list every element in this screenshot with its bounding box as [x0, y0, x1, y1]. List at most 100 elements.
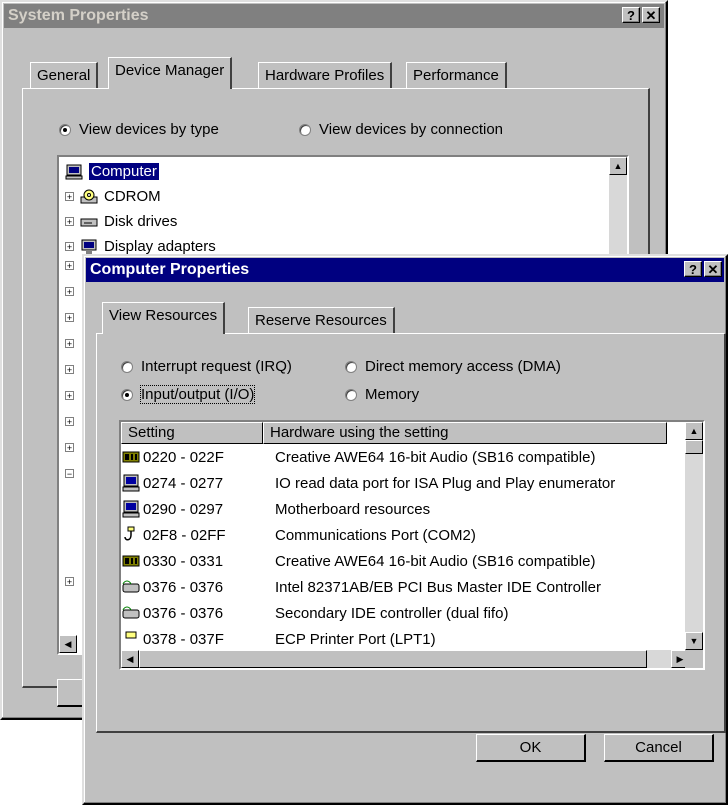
disk-drive-icon [80, 218, 98, 226]
row-setting: 0376 - 0376 [143, 578, 224, 596]
system-properties-titlebar[interactable]: System Properties ? ✕ [4, 4, 664, 28]
tree-item-label: Computer [89, 163, 159, 180]
expand-icon[interactable]: + [65, 313, 74, 323]
expand-icon[interactable]: + [65, 242, 74, 252]
close-button[interactable]: ✕ [642, 7, 660, 23]
view-resources-panel: Interrupt request (IRQ) Direct memory ac… [96, 333, 726, 733]
collapse-icon[interactable]: − [65, 469, 74, 479]
resource-rows: 0220 - 022F Creative AWE64 16-bit Audio … [121, 444, 667, 650]
resource-list[interactable]: Setting Hardware using the setting 0220 … [119, 420, 705, 670]
list-item[interactable]: 0290 - 0297 Motherboard resources [121, 496, 430, 522]
list-item[interactable]: 0378 - 037F ECP Printer Port (LPT1) [121, 626, 436, 650]
ide-controller-icon [122, 606, 140, 619]
scroll-left-button[interactable]: ◀ [59, 635, 77, 653]
tab-performance[interactable]: Performance [406, 62, 507, 90]
tree-item-cdrom[interactable]: + CDROM [65, 184, 161, 209]
help-button[interactable]: ? [684, 261, 702, 277]
memory-radio[interactable]: Memory [345, 386, 419, 403]
scroll-corner [685, 650, 703, 668]
expand-icon[interactable]: + [65, 443, 74, 453]
close-button[interactable]: ✕ [704, 261, 722, 277]
expand-icon[interactable]: + [65, 192, 74, 202]
scroll-up-button[interactable]: ▲ [685, 422, 703, 440]
tab-general[interactable]: General [30, 62, 99, 90]
row-setting: 0220 - 022F [143, 448, 224, 466]
row-setting: 0274 - 0277 [143, 474, 224, 492]
row-setting: 0378 - 037F [143, 630, 224, 648]
audio-icon [122, 555, 140, 567]
horizontal-scroll-thumb[interactable] [139, 650, 647, 668]
window-title: Computer Properties [90, 261, 250, 278]
list-item[interactable]: 0376 - 0376 Intel 82371AB/EB PCI Bus Mas… [121, 574, 601, 600]
radio-dot-icon [59, 123, 71, 136]
header-setting[interactable]: Setting [121, 422, 263, 444]
dma-radio[interactable]: Direct memory access (DMA) [345, 358, 561, 375]
help-button[interactable]: ? [622, 7, 640, 23]
tab-device-manager[interactable]: Device Manager [108, 57, 233, 89]
ok-button[interactable]: OK [476, 734, 586, 762]
expand-icon[interactable]: + [65, 287, 74, 297]
printer-port-icon [125, 631, 137, 639]
row-setting: 0330 - 0331 [143, 552, 224, 570]
row-hardware: Secondary IDE controller (dual fifo) [275, 604, 509, 622]
view-by-connection-radio[interactable]: View devices by connection [299, 121, 503, 138]
vertical-scroll-thumb[interactable] [685, 440, 703, 454]
expand-icon[interactable]: + [65, 577, 74, 587]
monitor-icon [81, 239, 97, 254]
row-hardware: Motherboard resources [275, 500, 431, 518]
radio-dot-icon [345, 360, 357, 373]
list-item[interactable]: 0376 - 0376 Secondary IDE controller (du… [121, 600, 508, 626]
cancel-button[interactable]: Cancel [604, 734, 714, 762]
expand-icon[interactable]: + [65, 217, 74, 227]
list-item[interactable]: 0220 - 022F Creative AWE64 16-bit Audio … [121, 444, 595, 470]
radio-dot-icon [121, 360, 133, 373]
io-label: Input/output (I/O) [139, 385, 256, 404]
row-hardware: Creative AWE64 16-bit Audio (SB16 compat… [275, 448, 596, 466]
irq-label: Interrupt request (IRQ) [141, 358, 292, 375]
list-item[interactable]: 02F8 - 02FF Communications Port (COM2) [121, 522, 476, 548]
row-setting: 0290 - 0297 [143, 500, 224, 518]
list-item[interactable]: 0274 - 0277 IO read data port for ISA Pl… [121, 470, 615, 496]
row-hardware: IO read data port for ISA Plug and Play … [275, 474, 616, 492]
cdrom-icon [80, 189, 98, 203]
computer-icon [122, 474, 140, 492]
computer-properties-window: Computer Properties ? ✕ View Resources R… [82, 254, 728, 805]
row-hardware: Communications Port (COM2) [275, 526, 476, 544]
list-item[interactable]: 0330 - 0331 Creative AWE64 16-bit Audio … [121, 548, 595, 574]
computer-icon [122, 500, 140, 518]
tree-item-label: Display adapters [104, 238, 216, 255]
view-by-type-label: View devices by type [79, 121, 219, 138]
tab-reserve-resources[interactable]: Reserve Resources [248, 307, 395, 335]
radio-dot-icon [299, 123, 311, 136]
irq-radio[interactable]: Interrupt request (IRQ) [121, 358, 292, 375]
computer-properties-titlebar[interactable]: Computer Properties ? ✕ [86, 258, 724, 282]
audio-icon [122, 451, 140, 463]
expand-icon[interactable]: + [65, 391, 74, 401]
row-setting: 0376 - 0376 [143, 604, 224, 622]
tree-item-disk-drives[interactable]: + Disk drives [65, 209, 177, 234]
scroll-left-button[interactable]: ◀ [121, 650, 139, 668]
header-hardware[interactable]: Hardware using the setting [263, 422, 667, 444]
row-hardware: Intel 82371AB/EB PCI Bus Master IDE Cont… [275, 578, 601, 596]
view-by-type-radio[interactable]: View devices by type [59, 121, 219, 138]
io-radio[interactable]: Input/output (I/O) [121, 385, 256, 404]
dma-label: Direct memory access (DMA) [365, 358, 561, 375]
expand-icon[interactable]: + [65, 365, 74, 375]
computer-icon [65, 164, 83, 179]
vertical-scrollbar-track[interactable] [685, 440, 703, 632]
tree-item-label: CDROM [104, 188, 161, 205]
radio-dot-icon [121, 388, 133, 401]
scroll-up-button[interactable]: ▲ [609, 157, 627, 175]
row-hardware: ECP Printer Port (LPT1) [275, 630, 436, 648]
port-icon [124, 526, 135, 541]
tab-view-resources[interactable]: View Resources [102, 302, 226, 334]
tree-item-computer[interactable]: Computer [65, 159, 159, 184]
row-hardware: Creative AWE64 16-bit Audio (SB16 compat… [275, 552, 596, 570]
list-header: Setting Hardware using the setting [121, 422, 667, 444]
expand-icon[interactable]: + [65, 261, 74, 271]
horizontal-scrollbar-track[interactable] [647, 650, 671, 668]
expand-icon[interactable]: + [65, 339, 74, 349]
scroll-down-button[interactable]: ▼ [685, 632, 703, 650]
expand-icon[interactable]: + [65, 417, 74, 427]
tab-hardware-profiles[interactable]: Hardware Profiles [258, 62, 393, 90]
